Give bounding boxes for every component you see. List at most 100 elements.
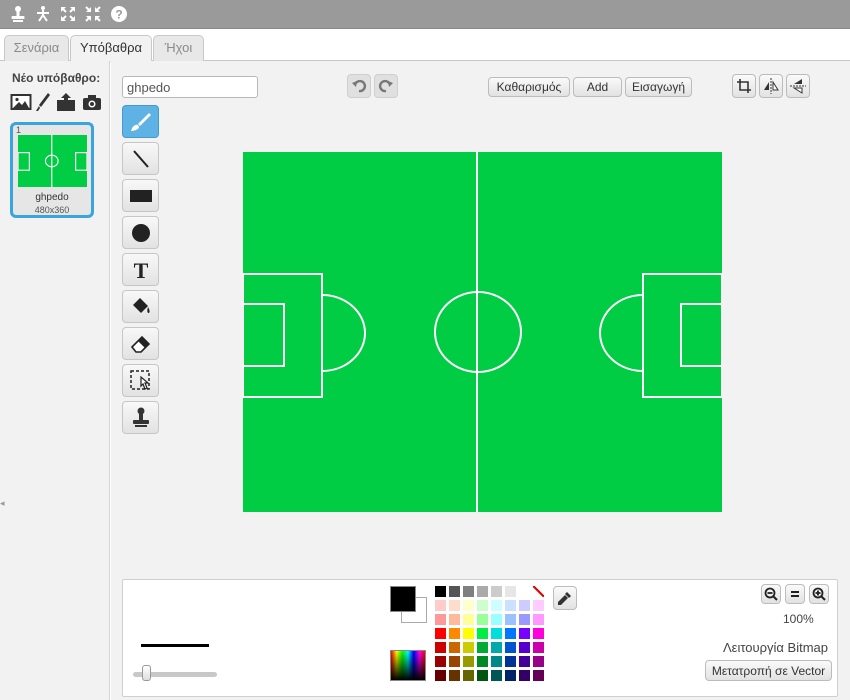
palette-swatch[interactable] [533,642,544,653]
palette-swatch[interactable] [491,600,502,611]
fill-tool[interactable] [122,290,159,323]
select-tool[interactable] [122,364,159,397]
tab-sounds[interactable]: Ήχοι [153,35,204,62]
brush-tool[interactable] [122,105,159,138]
palette-swatch[interactable] [533,614,544,625]
palette-swatch[interactable] [477,614,488,625]
library-image-icon[interactable] [10,92,32,112]
palette-swatch[interactable] [449,656,460,667]
palette-swatch[interactable] [463,628,474,639]
palette-swatch[interactable] [491,614,502,625]
paint-bucket-icon [132,297,150,313]
tab-backdrops[interactable]: Υπόβαθρα [70,35,152,63]
palette-swatch[interactable] [505,614,516,625]
palette-swatch[interactable] [491,642,502,653]
flip-vertical-button[interactable] [786,74,810,98]
select-icon [129,369,150,390]
upload-icon[interactable] [55,92,77,112]
palette-swatch[interactable] [477,586,488,597]
palette-swatch[interactable] [449,614,460,625]
palette-swatch[interactable] [463,600,474,611]
palette-swatch[interactable] [505,642,516,653]
palette-swatch[interactable] [449,628,460,639]
panel-collapse-handle[interactable]: ◂ [0,498,5,508]
zoom-out-button[interactable] [761,584,781,604]
flip-horizontal-button[interactable] [759,74,783,98]
palette-swatch[interactable] [519,628,530,639]
palette-swatch[interactable] [505,670,516,681]
palette-swatch[interactable] [505,586,516,597]
eraser-tool[interactable] [122,327,159,360]
ellipse-tool[interactable] [122,216,159,249]
palette-swatch[interactable] [463,642,474,653]
palette-swatch[interactable] [463,614,474,625]
palette-swatch[interactable] [435,628,446,639]
palette-swatch[interactable] [505,656,516,667]
backdrop-thumbnail[interactable]: 1 ghpedo 480x360 [10,122,94,218]
costume-name-input[interactable] [122,76,258,98]
palette-swatch[interactable] [491,670,502,681]
palette-swatch[interactable] [519,642,530,653]
palette-swatch[interactable] [533,628,544,639]
shrink-icon[interactable] [84,5,102,23]
primary-color-swatch[interactable] [390,586,416,612]
paint-brush-icon[interactable] [33,92,55,112]
palette-swatch[interactable] [491,586,502,597]
cut-icon[interactable] [34,5,52,23]
palette-swatch[interactable] [477,656,488,667]
palette-swatch[interactable] [449,600,460,611]
brush-size-slider-knob[interactable] [142,665,151,681]
palette-swatch[interactable] [519,614,530,625]
palette-swatch[interactable] [477,642,488,653]
undo-button[interactable] [347,74,371,98]
palette-swatch[interactable] [477,628,488,639]
text-tool[interactable]: T [122,253,159,286]
eyedropper-button[interactable] [553,586,577,610]
camera-icon[interactable] [81,92,103,112]
palette-swatch[interactable] [505,600,516,611]
stamp-tool[interactable] [122,401,159,434]
palette-swatch[interactable] [519,600,530,611]
palette-swatch[interactable] [505,628,516,639]
palette-swatch[interactable] [477,600,488,611]
redo-button[interactable] [374,74,398,98]
line-tool[interactable] [122,142,159,175]
help-icon[interactable]: ? [110,5,128,23]
add-button[interactable]: Add [573,77,622,97]
zoom-in-button[interactable] [809,584,829,604]
palette-swatch[interactable] [533,670,544,681]
palette-swatch[interactable] [463,586,474,597]
transparent-color-swatch[interactable] [533,586,544,597]
palette-swatch[interactable] [449,670,460,681]
palette-swatch[interactable] [435,670,446,681]
grow-icon[interactable] [59,5,77,23]
tab-bar: Σενάρια Υπόβαθρα Ήχοι [0,29,850,63]
palette-swatch[interactable] [449,642,460,653]
crop-button[interactable] [732,74,756,98]
rectangle-tool[interactable] [122,179,159,212]
palette-swatch[interactable] [491,656,502,667]
palette-swatch[interactable] [435,656,446,667]
palette-swatch[interactable] [533,600,544,611]
palette-swatch[interactable] [435,600,446,611]
palette-swatch[interactable] [435,614,446,625]
zoom-reset-button[interactable] [785,584,805,604]
palette-swatch[interactable] [519,670,530,681]
palette-swatch[interactable] [463,670,474,681]
stamp-icon[interactable] [9,5,27,23]
clear-button[interactable]: Καθαρισμός [488,77,570,97]
palette-swatch[interactable] [463,656,474,667]
palette-swatch[interactable] [519,656,530,667]
drawing-canvas[interactable] [242,152,723,512]
convert-to-vector-button[interactable]: Μετατροπή σε Vector [705,660,832,681]
palette-swatch[interactable] [449,586,460,597]
palette-swatch[interactable] [435,586,446,597]
palette-swatch[interactable] [435,642,446,653]
import-button[interactable]: Εισαγωγή [625,77,692,97]
palette-swatch[interactable] [491,628,502,639]
palette-swatch[interactable] [477,670,488,681]
tab-scripts[interactable]: Σενάρια [4,35,69,62]
color-picker[interactable] [390,650,426,681]
palette-swatch[interactable] [533,656,544,667]
palette-swatch[interactable] [519,586,530,597]
